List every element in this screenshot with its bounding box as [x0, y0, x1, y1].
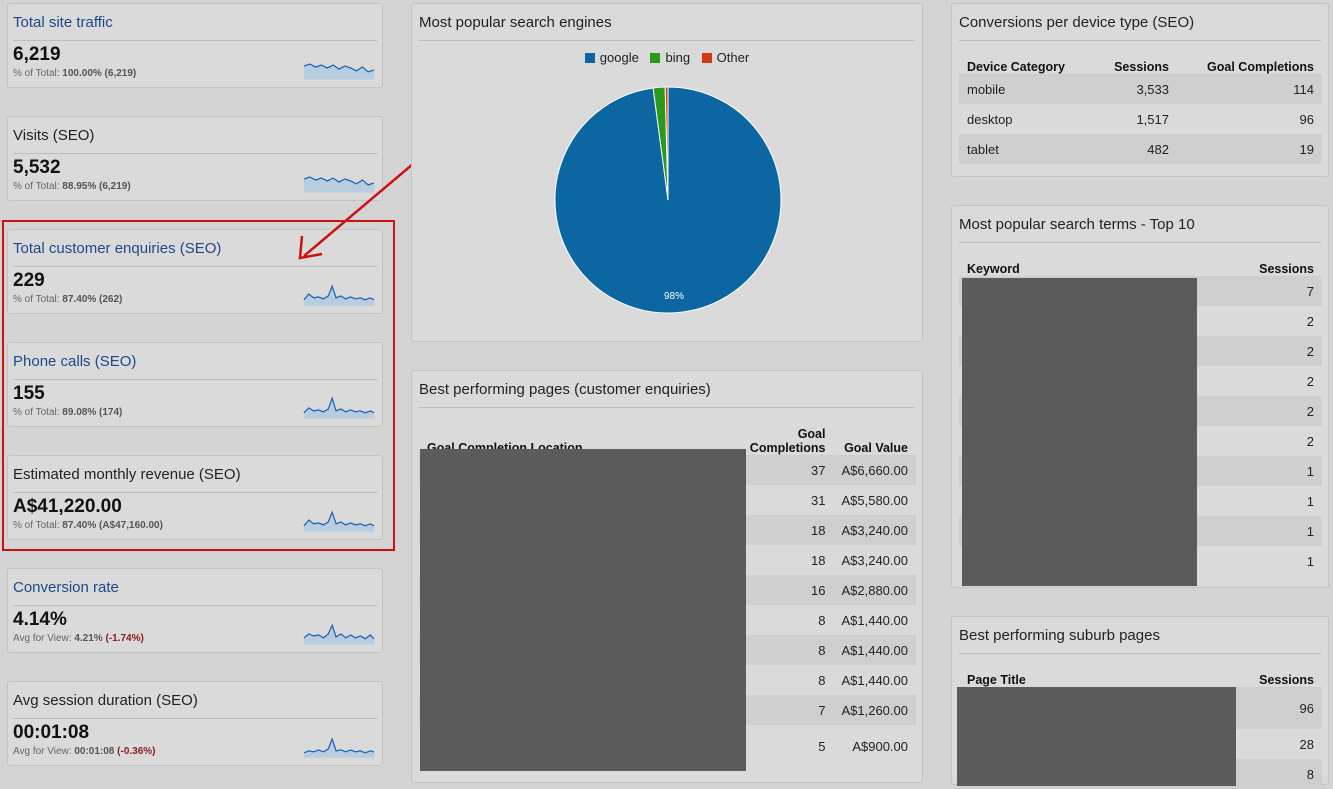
- table-row[interactable]: desktop 1,517 96: [959, 104, 1322, 134]
- goal-completions-cell: 8: [818, 672, 826, 688]
- device-title: Conversions per device type (SEO): [959, 14, 1195, 31]
- table-row[interactable]: mobile 3,533 114: [959, 74, 1322, 104]
- col-goal-value[interactable]: Goal Value: [833, 417, 916, 456]
- goal-value-cell: A$2,880.00: [833, 575, 916, 605]
- goal-value-cell: A$5,580.00: [841, 492, 908, 508]
- col-sessions[interactable]: Sessions: [1093, 50, 1177, 75]
- best-pages-title: Best performing pages (customer enquirie…: [419, 381, 711, 398]
- search-engines-pie: 98%: [554, 86, 782, 314]
- col-page-title[interactable]: Page Title: [959, 663, 1146, 688]
- search-engines-panel: Most popular search engines google bing …: [411, 3, 923, 342]
- sessions-cell: 1,517: [1136, 111, 1169, 127]
- goal-value-cell: A$1,440.00: [841, 672, 908, 688]
- redacted-block: [420, 449, 746, 771]
- col-device-category[interactable]: Device Category: [959, 50, 1094, 75]
- col-keyword[interactable]: Keyword: [959, 252, 1138, 277]
- goal-completions-cell: 8: [741, 635, 834, 665]
- goal-value-cell: A$6,660.00: [833, 455, 916, 485]
- best-pages-panel: Best performing pages (customer enquirie…: [411, 370, 923, 783]
- device-category-cell: mobile: [959, 74, 1094, 104]
- search-terms-title: Most popular search terms - Top 10: [959, 216, 1195, 233]
- col-goal-completions[interactable]: Goal Completions: [741, 417, 834, 456]
- goal-value-cell: A$1,260.00: [833, 695, 916, 725]
- goal-completions-cell: 16: [741, 575, 834, 605]
- goal-completions-cell: 7: [741, 695, 834, 725]
- redacted-block: [957, 687, 1236, 786]
- goal-completions-cell: 18: [811, 552, 826, 568]
- table-row[interactable]: tablet 482 19: [959, 134, 1322, 164]
- sessions-cell: 3,533: [1093, 74, 1177, 104]
- suburb-pages-panel: Best performing suburb pages Page Title …: [951, 616, 1329, 789]
- redacted-block: [962, 278, 1197, 586]
- pie-slice-label: 98%: [664, 291, 684, 302]
- goal-value-cell: A$3,240.00: [841, 552, 908, 568]
- goal-completions-cell: 96: [1299, 111, 1314, 127]
- goal-value-cell: A$3,240.00: [833, 515, 916, 545]
- goal-completions-cell: 114: [1176, 74, 1322, 104]
- goal-completions-cell: 37: [741, 455, 834, 485]
- col-sessions[interactable]: Sessions: [1145, 663, 1322, 688]
- goal-completions-cell: 19: [1176, 134, 1322, 164]
- col-sessions[interactable]: Sessions: [1137, 252, 1322, 277]
- goal-completions-cell: 31: [811, 492, 826, 508]
- goal-completions-cell: 8: [818, 612, 826, 628]
- device-panel: Conversions per device type (SEO) Device…: [951, 3, 1329, 177]
- divider: [959, 653, 1321, 654]
- goal-value-cell: A$1,440.00: [841, 612, 908, 628]
- divider: [959, 242, 1321, 243]
- col-goal-completions[interactable]: Goal Completions: [1176, 50, 1322, 75]
- device-table: Device Category Sessions Goal Completion…: [959, 50, 1322, 164]
- goal-completions-cell: 18: [741, 515, 834, 545]
- goal-value-cell: A$900.00: [852, 738, 908, 754]
- device-category-cell: desktop: [967, 111, 1013, 127]
- suburb-pages-title: Best performing suburb pages: [959, 627, 1160, 644]
- search-terms-panel: Most popular search terms - Top 10 Keywo…: [951, 205, 1329, 588]
- divider: [419, 407, 915, 408]
- goal-completions-cell: 5: [818, 738, 826, 754]
- goal-value-cell: A$1,440.00: [833, 635, 916, 665]
- sessions-cell: 482: [1093, 134, 1177, 164]
- device-category-cell: tablet: [959, 134, 1094, 164]
- divider: [959, 40, 1321, 41]
